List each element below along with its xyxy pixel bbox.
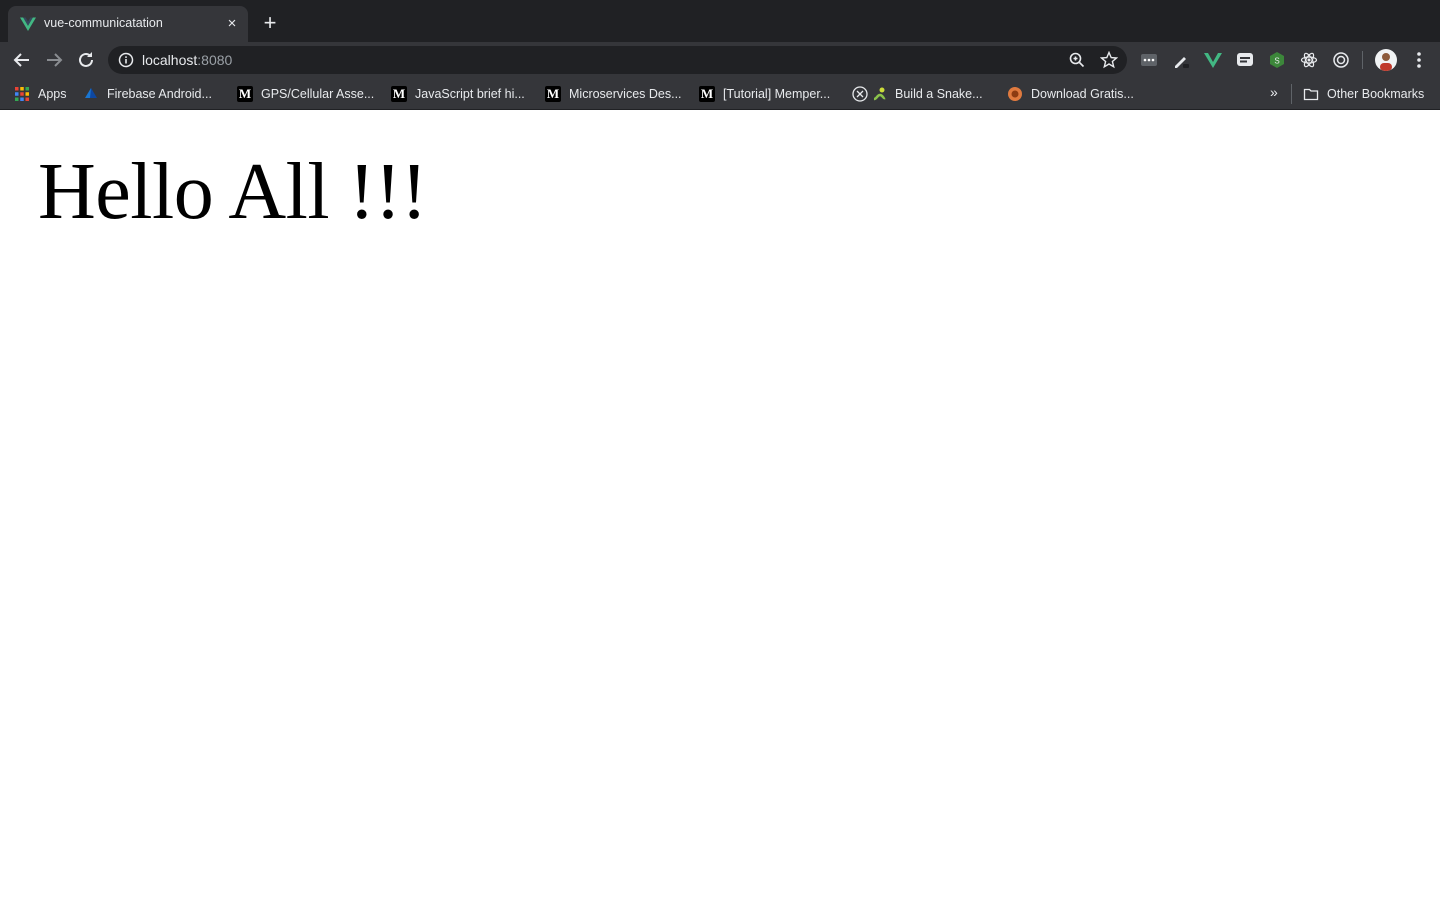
url-port: :8080 <box>197 52 233 68</box>
other-bookmarks[interactable]: Other Bookmarks <box>1303 84 1424 104</box>
bookmark-tutorial[interactable]: M [Tutorial] Memper... <box>699 84 830 104</box>
folder-icon <box>1303 88 1319 101</box>
chat-extension-icon[interactable] <box>1236 51 1254 69</box>
svg-text:S: S <box>1274 57 1279 66</box>
new-tab-button[interactable]: + <box>258 12 282 36</box>
snake-icon <box>873 87 886 101</box>
forward-arrow-icon <box>47 53 63 67</box>
bookmark-star-icon[interactable] <box>1100 51 1118 69</box>
target-extension-icon[interactable] <box>1332 51 1350 69</box>
address-bar[interactable]: localhost:8080 <box>108 46 1127 74</box>
bookmark-label: [Tutorial] Memper... <box>723 87 831 101</box>
bookmark-microservices[interactable]: M Microservices Des... <box>545 84 682 104</box>
bookmark-label: GPS/Cellular Asse... <box>261 87 375 101</box>
bookmarks-separator <box>1291 84 1292 104</box>
bookmark-apps[interactable]: Apps <box>14 84 67 104</box>
bookmark-label: JavaScript brief hi... <box>415 87 525 101</box>
back-arrow-icon <box>13 53 29 67</box>
toolbar-separator <box>1362 51 1363 69</box>
bookmark-label: Microservices Des... <box>569 87 682 101</box>
extension-dots-icon[interactable] <box>1140 51 1158 69</box>
medium-icon: M <box>545 86 561 102</box>
firebase-icon <box>85 88 97 98</box>
page-viewport: Hello All !!! <box>0 111 1440 900</box>
apps-grid-icon <box>15 87 29 101</box>
bookmark-download-gratis[interactable]: Download Gratis... <box>1007 84 1134 104</box>
medium-icon: M <box>237 86 253 102</box>
bookmark-gps-cellular[interactable]: M GPS/Cellular Asse... <box>237 84 374 104</box>
bookmark-javascript[interactable]: M JavaScript brief hi... <box>391 84 525 104</box>
other-bookmarks-label: Other Bookmarks <box>1327 87 1425 101</box>
x-circle-icon <box>852 86 868 102</box>
forward-button[interactable] <box>42 48 66 72</box>
nodejs-icon[interactable]: S <box>1268 51 1286 69</box>
tab-close-icon[interactable]: × <box>222 14 242 34</box>
bookmark-firebase[interactable]: Firebase Android... <box>83 84 212 104</box>
browser-menu-icon[interactable] <box>1410 48 1428 72</box>
tab-title: vue-communicatation <box>44 16 163 30</box>
bookmarks-bar: Apps Firebase Android... M GPS/Cellular … <box>0 78 1440 110</box>
bookmark-label: Firebase Android... <box>107 87 212 101</box>
reload-icon <box>79 52 93 67</box>
bookmark-label: Apps <box>38 87 67 101</box>
bookmarks-overflow-chevron-icon[interactable]: » <box>1270 84 1278 100</box>
url-text[interactable]: localhost:8080 <box>142 52 232 68</box>
info-icon[interactable] <box>118 52 134 68</box>
page-heading: Hello All !!! <box>38 148 427 236</box>
download-site-icon <box>1008 87 1022 101</box>
tab-active[interactable]: vue-communicatation × <box>8 6 248 42</box>
avatar-person-icon <box>1380 53 1392 71</box>
bookmark-snake[interactable]: Build a Snake... <box>852 84 983 104</box>
url-host: localhost <box>142 52 198 68</box>
reload-button[interactable] <box>74 48 98 72</box>
medium-icon: M <box>699 86 715 102</box>
browser-toolbar: localhost:8080 S <box>0 42 1440 78</box>
bookmark-label: Build a Snake... <box>895 87 983 101</box>
vue-logo-icon <box>20 17 36 31</box>
medium-icon: M <box>391 86 407 102</box>
zoom-icon[interactable] <box>1068 51 1086 69</box>
pen-extension-icon[interactable] <box>1172 51 1190 69</box>
tab-strip: vue-communicatation × + <box>0 0 1440 42</box>
react-devtools-icon[interactable] <box>1300 51 1318 69</box>
profile-avatar[interactable] <box>1375 49 1397 71</box>
bookmark-label: Download Gratis... <box>1031 87 1134 101</box>
vue-devtools-icon[interactable] <box>1204 51 1222 69</box>
back-button[interactable] <box>10 48 34 72</box>
